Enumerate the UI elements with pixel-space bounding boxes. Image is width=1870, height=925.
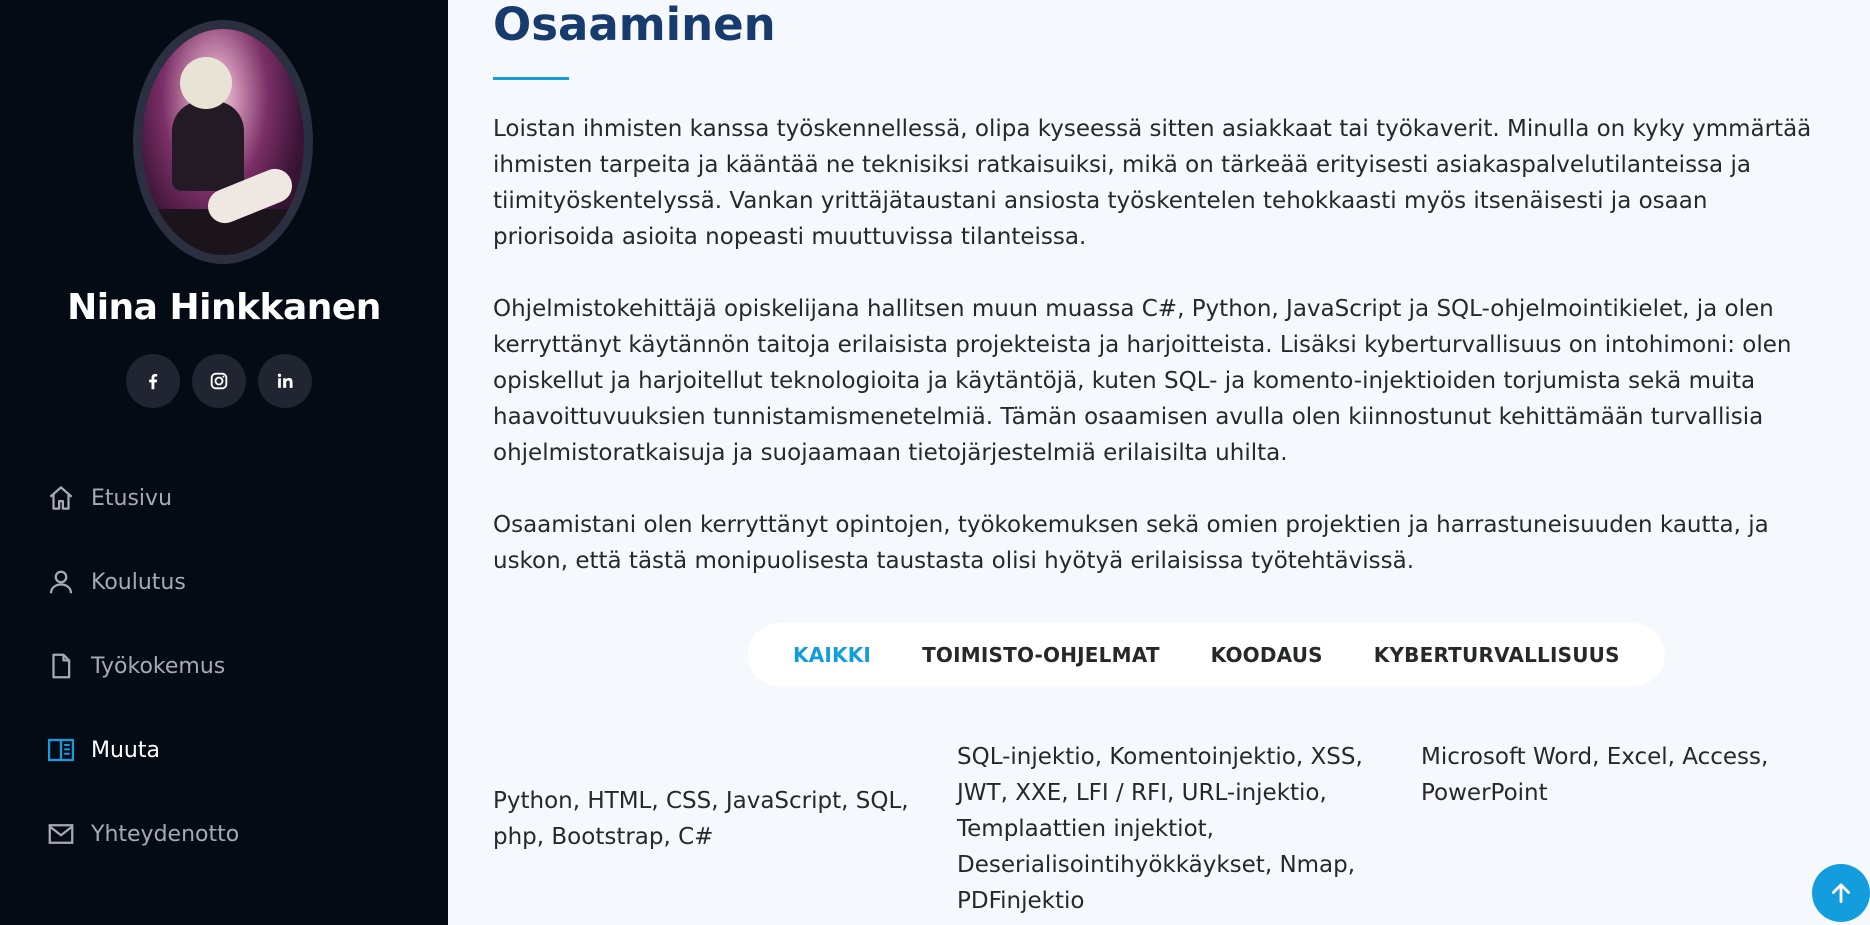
- facebook-icon: [149, 373, 158, 390]
- skill-item-cyber: SQL-injektio, Komentoinjektio, XSS, JWT,…: [957, 744, 1363, 914]
- linkedin-link[interactable]: [258, 354, 312, 408]
- skill-item-coding: Python, HTML, CSS, JavaScript, SQL, php,…: [493, 788, 909, 850]
- sidebar: Nina Hinkkanen Etusivu Koulutus Työkokem…: [0, 0, 448, 925]
- book-icon: [44, 733, 78, 767]
- main-content: Osaaminen Loistan ihmisten kanssa työske…: [448, 0, 1870, 925]
- instagram-icon: [210, 372, 228, 390]
- avatar: [133, 20, 313, 264]
- nav-item-etusivu[interactable]: Etusivu: [44, 456, 239, 540]
- nav-label: Koulutus: [91, 569, 186, 595]
- nav-label: Yhteydenotto: [91, 821, 240, 847]
- envelope-icon: [44, 817, 78, 851]
- file-icon: [44, 649, 78, 683]
- filter-koodaus[interactable]: KOODAUS: [1211, 643, 1323, 667]
- nav-item-muuta[interactable]: Muuta: [44, 708, 239, 792]
- linkedin-icon: [277, 373, 293, 388]
- skill-filters: KAIKKI TOIMISTO-OHJELMAT KOODAUS KYBERTU…: [748, 623, 1665, 686]
- nav-label: Muuta: [91, 737, 160, 763]
- nav-item-yhteydenotto[interactable]: Yhteydenotto: [44, 792, 239, 876]
- profile-name: Nina Hinkkanen: [67, 287, 381, 328]
- background-paragraph: Osaamistani olen kerryttänyt opintojen, …: [493, 512, 1769, 574]
- filter-toimisto-ohjelmat[interactable]: TOIMISTO-OHJELMAT: [922, 643, 1160, 667]
- nav-item-koulutus[interactable]: Koulutus: [44, 540, 239, 624]
- back-to-top-button[interactable]: [1812, 864, 1870, 922]
- intro-paragraph: Loistan ihmisten kanssa työskennellessä,…: [493, 116, 1812, 250]
- person-icon: [44, 565, 78, 599]
- arrow-up-icon: [1832, 883, 1850, 904]
- instagram-link[interactable]: [192, 354, 246, 408]
- social-links: [126, 354, 312, 408]
- nav-label: Työkokemus: [91, 653, 226, 679]
- section-title: Osaaminen: [493, 0, 776, 51]
- skills-paragraph: Ohjelmistokehittäjä opiskelijana hallits…: [493, 296, 1792, 466]
- home-icon: [44, 481, 78, 515]
- sidebar-nav: Etusivu Koulutus Työkokemus Muuta Yhteyd…: [44, 456, 239, 876]
- skill-item-office: Microsoft Word, Excel, Access, PowerPoin…: [1421, 744, 1769, 806]
- nav-item-tyokokemus[interactable]: Työkokemus: [44, 624, 239, 708]
- title-underline: [493, 77, 569, 80]
- filter-kyberturvallisuus[interactable]: KYBERTURVALLISUUS: [1374, 643, 1620, 667]
- facebook-link[interactable]: [126, 354, 180, 408]
- nav-label: Etusivu: [91, 485, 173, 511]
- filter-kaikki[interactable]: KAIKKI: [793, 643, 871, 667]
